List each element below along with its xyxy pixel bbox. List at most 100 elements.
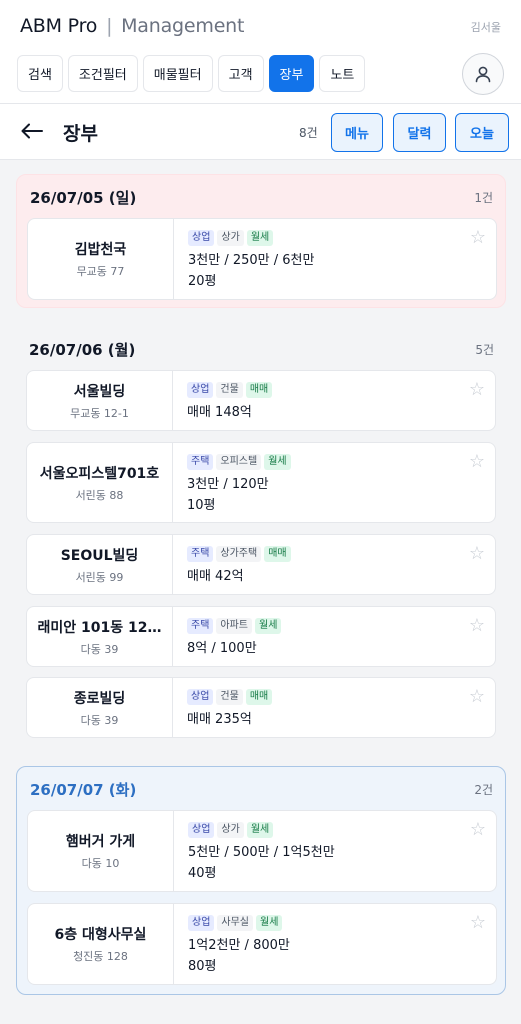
listing-price: 8억 / 100만	[187, 641, 257, 656]
total-count: 8건	[299, 126, 318, 140]
listing-address: 다동 10	[81, 857, 120, 870]
deal-tag: 매매	[264, 546, 291, 562]
type-tag: 상가주택	[216, 546, 262, 562]
type-tag: 건물	[216, 689, 243, 705]
tab-ledger[interactable]: 장부	[268, 55, 315, 92]
star-icon[interactable]: ☆	[469, 686, 485, 707]
listing-card[interactable]: 서울오피스텔701호 서린동 88 주택 오피스텔 월세 3천만 / 120만 …	[26, 442, 496, 523]
listing-price: 매매 42억	[187, 569, 244, 584]
listing-price: 5천만 / 500만 / 1억5천만	[188, 845, 335, 860]
type-tag: 건물	[216, 382, 243, 398]
listing-name: 김밥천국	[74, 242, 127, 258]
deal-tag: 매매	[245, 689, 273, 705]
brand-subtitle: Management	[121, 15, 245, 37]
deal-tag: 월세	[264, 454, 291, 470]
tab-search[interactable]: 검색	[17, 55, 63, 92]
star-icon[interactable]: ☆	[470, 912, 486, 933]
listing-card[interactable]: 래미안 101동 12… 다동 39 주택 아파트 월세 8억 / 100만 ☆	[26, 606, 496, 667]
listing-info: 래미안 101동 12… 다동 39	[27, 607, 173, 666]
group-count: 1건	[474, 191, 493, 205]
calendar-button[interactable]: 달력	[393, 113, 446, 152]
tag-row: 상업 건물 매매	[187, 381, 465, 399]
category-tag: 상업	[187, 689, 214, 705]
listing-area: 10평	[187, 498, 216, 513]
group-date: 26/07/06 (월)	[29, 341, 136, 359]
listing-price: 1억2천만 / 800만	[188, 938, 290, 953]
listing-details: 상업 상가 월세 5천만 / 500만 / 1억5천만 40평	[188, 821, 466, 881]
listing-name: 서울빌딩	[73, 383, 126, 400]
listing-details: 상업 사무실 월세 1억2천만 / 800만 80평	[188, 914, 466, 974]
deal-tag: 월세	[246, 822, 274, 838]
listing-details: 주택 아파트 월세 8억 / 100만	[187, 617, 465, 656]
brand-separator: |	[106, 15, 113, 37]
listing-details: 상업 건물 매매 매매 148억	[187, 381, 465, 420]
star-icon[interactable]: ☆	[469, 451, 485, 472]
listing-address: 무교동 77	[76, 265, 125, 278]
listing-name: 6층 대형사무실	[54, 927, 147, 943]
back-button[interactable]	[20, 118, 46, 144]
star-icon[interactable]: ☆	[469, 379, 485, 400]
listing-details: 주택 상가주택 매매 매매 42억	[187, 545, 465, 584]
listing-details: 상업 상가 월세 3천만 / 250만 / 6천만 20평	[188, 229, 466, 289]
tab-notes[interactable]: 노트	[319, 55, 366, 92]
profile-button[interactable]	[462, 53, 504, 95]
star-icon[interactable]: ☆	[470, 227, 486, 248]
listing-card[interactable]: 햄버거 가게 다동 10 상업 상가 월세 5천만 / 500만 / 1억5천만…	[27, 810, 497, 892]
tab-listing-filter[interactable]: 매물필터	[142, 55, 213, 92]
listing-info: 서울빌딩 무교동 12-1	[27, 371, 173, 430]
listing-info: 6층 대형사무실 청진동 128	[28, 904, 174, 984]
listing-name: 서울오피스텔701호	[39, 465, 160, 482]
listing-name: 햄버거 가게	[65, 834, 136, 850]
user-name: 김서울	[470, 21, 501, 34]
listing-info: 햄버거 가게 다동 10	[28, 811, 174, 891]
category-tag: 상업	[188, 915, 215, 931]
type-tag: 사무실	[217, 915, 254, 931]
star-icon[interactable]: ☆	[469, 615, 485, 636]
listing-price: 매매 148억	[187, 405, 252, 420]
group-date: 26/07/05 (일)	[30, 189, 137, 207]
arrow-left-icon	[21, 123, 43, 139]
tag-row: 주택 아파트 월세	[187, 617, 465, 635]
category-tag: 상업	[188, 230, 215, 246]
group-date: 26/07/07 (화)	[30, 781, 137, 799]
listing-info: SEOUL빌딩 서린동 99	[27, 535, 173, 594]
listing-address: 다동 39	[80, 642, 119, 656]
star-icon[interactable]: ☆	[470, 819, 486, 840]
menu-button[interactable]: 메뉴	[331, 113, 383, 152]
listing-card[interactable]: 6층 대형사무실 청진동 128 상업 사무실 월세 1억2천만 / 800만 …	[27, 903, 497, 985]
date-group: 26/07/07 (화) 2건 햄버거 가게 다동 10 상업 상가 월세 5천…	[16, 766, 506, 995]
listing-card[interactable]: 종로빌딩 다동 39 상업 건물 매매 매매 235억 ☆	[26, 677, 496, 738]
listing-name: SEOUL빌딩	[60, 547, 139, 564]
listing-address: 청진동 128	[73, 950, 128, 963]
listing-area: 80평	[188, 959, 217, 974]
today-button[interactable]: 오늘	[455, 113, 509, 152]
listing-card[interactable]: 서울빌딩 무교동 12-1 상업 건물 매매 매매 148억 ☆	[26, 370, 496, 431]
listing-address: 무교동 12-1	[70, 406, 129, 420]
listing-price: 3천만 / 250만 / 6천만	[188, 253, 315, 268]
brand-name: ABM Pro	[20, 15, 98, 37]
type-tag: 아파트	[216, 618, 253, 634]
listing-address: 다동 39	[80, 713, 119, 727]
listing-card[interactable]: 김밥천국 무교동 77 상업 상가 월세 3천만 / 250만 / 6천만 20…	[27, 218, 497, 300]
tag-row: 주택 상가주택 매매	[187, 545, 465, 563]
listing-area: 20평	[188, 274, 217, 289]
main-nav: 검색 조건필터 매물필터 고객 장부 노트	[17, 55, 366, 92]
listing-info: 김밥천국 무교동 77	[28, 219, 174, 299]
deal-tag: 매매	[245, 382, 273, 398]
listing-name: 종로빌딩	[73, 690, 126, 707]
type-tag: 오피스텔	[216, 454, 262, 470]
category-tag: 주택	[187, 454, 214, 470]
listing-price: 매매 235억	[187, 712, 252, 727]
user-icon	[475, 66, 491, 83]
deal-tag: 월세	[246, 230, 274, 246]
listing-info: 종로빌딩 다동 39	[27, 678, 173, 737]
type-tag: 상가	[217, 230, 244, 246]
listing-card[interactable]: SEOUL빌딩 서린동 99 주택 상가주택 매매 매매 42억 ☆	[26, 534, 496, 595]
page-title: 장부	[63, 123, 98, 145]
tab-condition-filter[interactable]: 조건필터	[67, 55, 138, 92]
star-icon[interactable]: ☆	[469, 543, 485, 564]
page-toolbar: 장부 8건 메뉴 달력 오늘	[0, 104, 521, 160]
category-tag: 상업	[188, 822, 215, 838]
app-header: ABM Pro | Management 김서울 검색 조건필터 매물필터 고객…	[0, 0, 521, 104]
tab-customers[interactable]: 고객	[217, 55, 264, 92]
